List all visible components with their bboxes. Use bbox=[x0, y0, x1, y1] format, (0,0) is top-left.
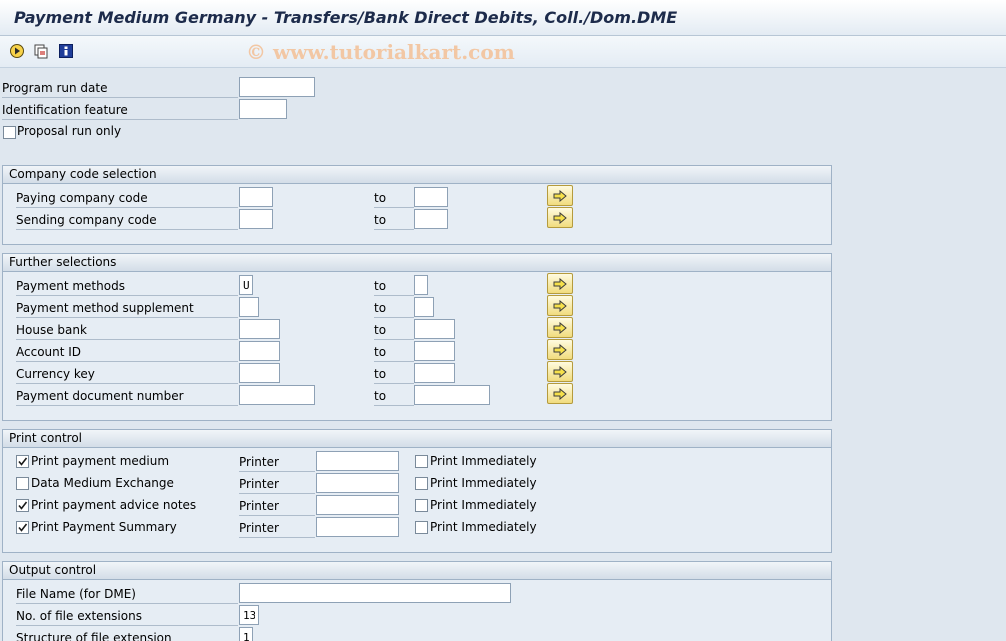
print-option-label: Print payment medium bbox=[31, 454, 170, 468]
watermark: © www.tutorialkart.com bbox=[246, 40, 515, 64]
multiple-selection-arrow-icon bbox=[553, 343, 567, 356]
multiple-selection-arrow-icon bbox=[553, 299, 567, 312]
application-toolbar: © www.tutorialkart.com bbox=[0, 36, 1006, 68]
structure-label: Structure of file extension bbox=[16, 628, 238, 641]
selection-screen: Program run date Identification feature … bbox=[0, 69, 1006, 641]
multiple-selection-button[interactable] bbox=[547, 207, 573, 228]
range-to-label: to bbox=[374, 210, 414, 230]
range-to-input[interactable] bbox=[414, 341, 455, 361]
range-from-input[interactable] bbox=[239, 341, 280, 361]
range-to-label: to bbox=[374, 298, 414, 318]
file-extensions-input[interactable] bbox=[239, 605, 259, 625]
multiple-selection-button[interactable] bbox=[547, 383, 573, 404]
print-immediately-checkbox[interactable] bbox=[415, 477, 428, 490]
multiple-selection-button[interactable] bbox=[547, 361, 573, 382]
range-from-input[interactable] bbox=[239, 319, 280, 339]
multiple-selection-button[interactable] bbox=[547, 295, 573, 316]
print-option-label: Print payment advice notes bbox=[31, 498, 197, 512]
print-option-checkbox[interactable] bbox=[16, 477, 29, 490]
range-row-label: Currency key bbox=[16, 364, 238, 384]
multiple-selection-arrow-icon bbox=[553, 277, 567, 290]
multiple-selection-button[interactable] bbox=[547, 185, 573, 206]
identification-feature-label: Identification feature bbox=[2, 100, 238, 120]
range-to-input[interactable] bbox=[414, 297, 434, 317]
file-extensions-label: No. of file extensions bbox=[16, 606, 238, 626]
program-run-date-label: Program run date bbox=[2, 78, 238, 98]
range-to-label: to bbox=[374, 188, 414, 208]
file-name-label: File Name (for DME) bbox=[16, 584, 238, 604]
multiple-selection-button[interactable] bbox=[547, 273, 573, 294]
range-row-label: Account ID bbox=[16, 342, 238, 362]
program-run-date-input[interactable] bbox=[239, 77, 315, 97]
range-to-label: to bbox=[374, 364, 414, 384]
range-to-label: to bbox=[374, 386, 414, 406]
multiple-selection-arrow-icon bbox=[553, 189, 567, 202]
output-control-header: Output control bbox=[3, 562, 831, 580]
range-to-input[interactable] bbox=[414, 363, 455, 383]
printer-label: Printer bbox=[239, 474, 315, 494]
print-immediately-checkbox[interactable] bbox=[415, 499, 428, 512]
range-to-input[interactable] bbox=[414, 187, 448, 207]
range-row-label: Payment method supplement bbox=[16, 298, 238, 318]
printer-label: Printer bbox=[239, 452, 315, 472]
company-code-header: Company code selection bbox=[3, 166, 831, 184]
range-row-label: House bank bbox=[16, 320, 238, 340]
range-from-input[interactable] bbox=[239, 297, 259, 317]
title-bar: Payment Medium Germany - Transfers/Bank … bbox=[0, 0, 1006, 36]
print-immediately-label: Print Immediately bbox=[430, 454, 537, 468]
print-immediately-label: Print Immediately bbox=[430, 476, 537, 490]
range-from-input[interactable] bbox=[239, 275, 253, 295]
printer-input[interactable] bbox=[316, 451, 399, 471]
file-name-input[interactable] bbox=[239, 583, 511, 603]
range-row-label: Payment document number bbox=[16, 386, 238, 406]
range-to-label: to bbox=[374, 276, 414, 296]
variants-icon[interactable] bbox=[32, 42, 50, 60]
multiple-selection-button[interactable] bbox=[547, 317, 573, 338]
structure-input[interactable] bbox=[239, 627, 253, 641]
multiple-selection-arrow-icon bbox=[553, 387, 567, 400]
range-to-input[interactable] bbox=[414, 319, 455, 339]
range-from-input[interactable] bbox=[239, 187, 273, 207]
range-from-input[interactable] bbox=[239, 209, 273, 229]
print-option-label: Data Medium Exchange bbox=[31, 476, 174, 490]
range-row-label: Payment methods bbox=[16, 276, 238, 296]
info-icon[interactable] bbox=[57, 42, 75, 60]
print-immediately-label: Print Immediately bbox=[430, 498, 537, 512]
further-selections-header: Further selections bbox=[3, 254, 831, 272]
range-to-label: to bbox=[374, 320, 414, 340]
print-option-label: Print Payment Summary bbox=[31, 520, 177, 534]
multiple-selection-arrow-icon bbox=[553, 365, 567, 378]
printer-input[interactable] bbox=[316, 495, 399, 515]
print-immediately-checkbox[interactable] bbox=[415, 521, 428, 534]
execute-icon[interactable] bbox=[8, 42, 26, 60]
print-control-header: Print control bbox=[3, 430, 831, 448]
range-row-label: Sending company code bbox=[16, 210, 238, 230]
page-title: Payment Medium Germany - Transfers/Bank … bbox=[14, 8, 678, 27]
printer-label: Printer bbox=[239, 496, 315, 516]
multiple-selection-arrow-icon bbox=[553, 211, 567, 224]
proposal-run-checkbox[interactable] bbox=[3, 126, 16, 139]
range-row-label: Paying company code bbox=[16, 188, 238, 208]
printer-label: Printer bbox=[239, 518, 315, 538]
printer-input[interactable] bbox=[316, 473, 399, 493]
print-immediately-checkbox[interactable] bbox=[415, 455, 428, 468]
proposal-run-label: Proposal run only bbox=[17, 124, 122, 138]
print-immediately-label: Print Immediately bbox=[430, 520, 537, 534]
range-to-input[interactable] bbox=[414, 275, 428, 295]
range-to-label: to bbox=[374, 342, 414, 362]
print-option-checkbox[interactable] bbox=[16, 499, 29, 512]
printer-input[interactable] bbox=[316, 517, 399, 537]
range-from-input[interactable] bbox=[239, 363, 280, 383]
print-option-checkbox[interactable] bbox=[16, 521, 29, 534]
range-from-input[interactable] bbox=[239, 385, 315, 405]
range-to-input[interactable] bbox=[414, 385, 490, 405]
multiple-selection-arrow-icon bbox=[553, 321, 567, 334]
print-option-checkbox[interactable] bbox=[16, 455, 29, 468]
range-to-input[interactable] bbox=[414, 209, 448, 229]
multiple-selection-button[interactable] bbox=[547, 339, 573, 360]
identification-feature-input[interactable] bbox=[239, 99, 287, 119]
